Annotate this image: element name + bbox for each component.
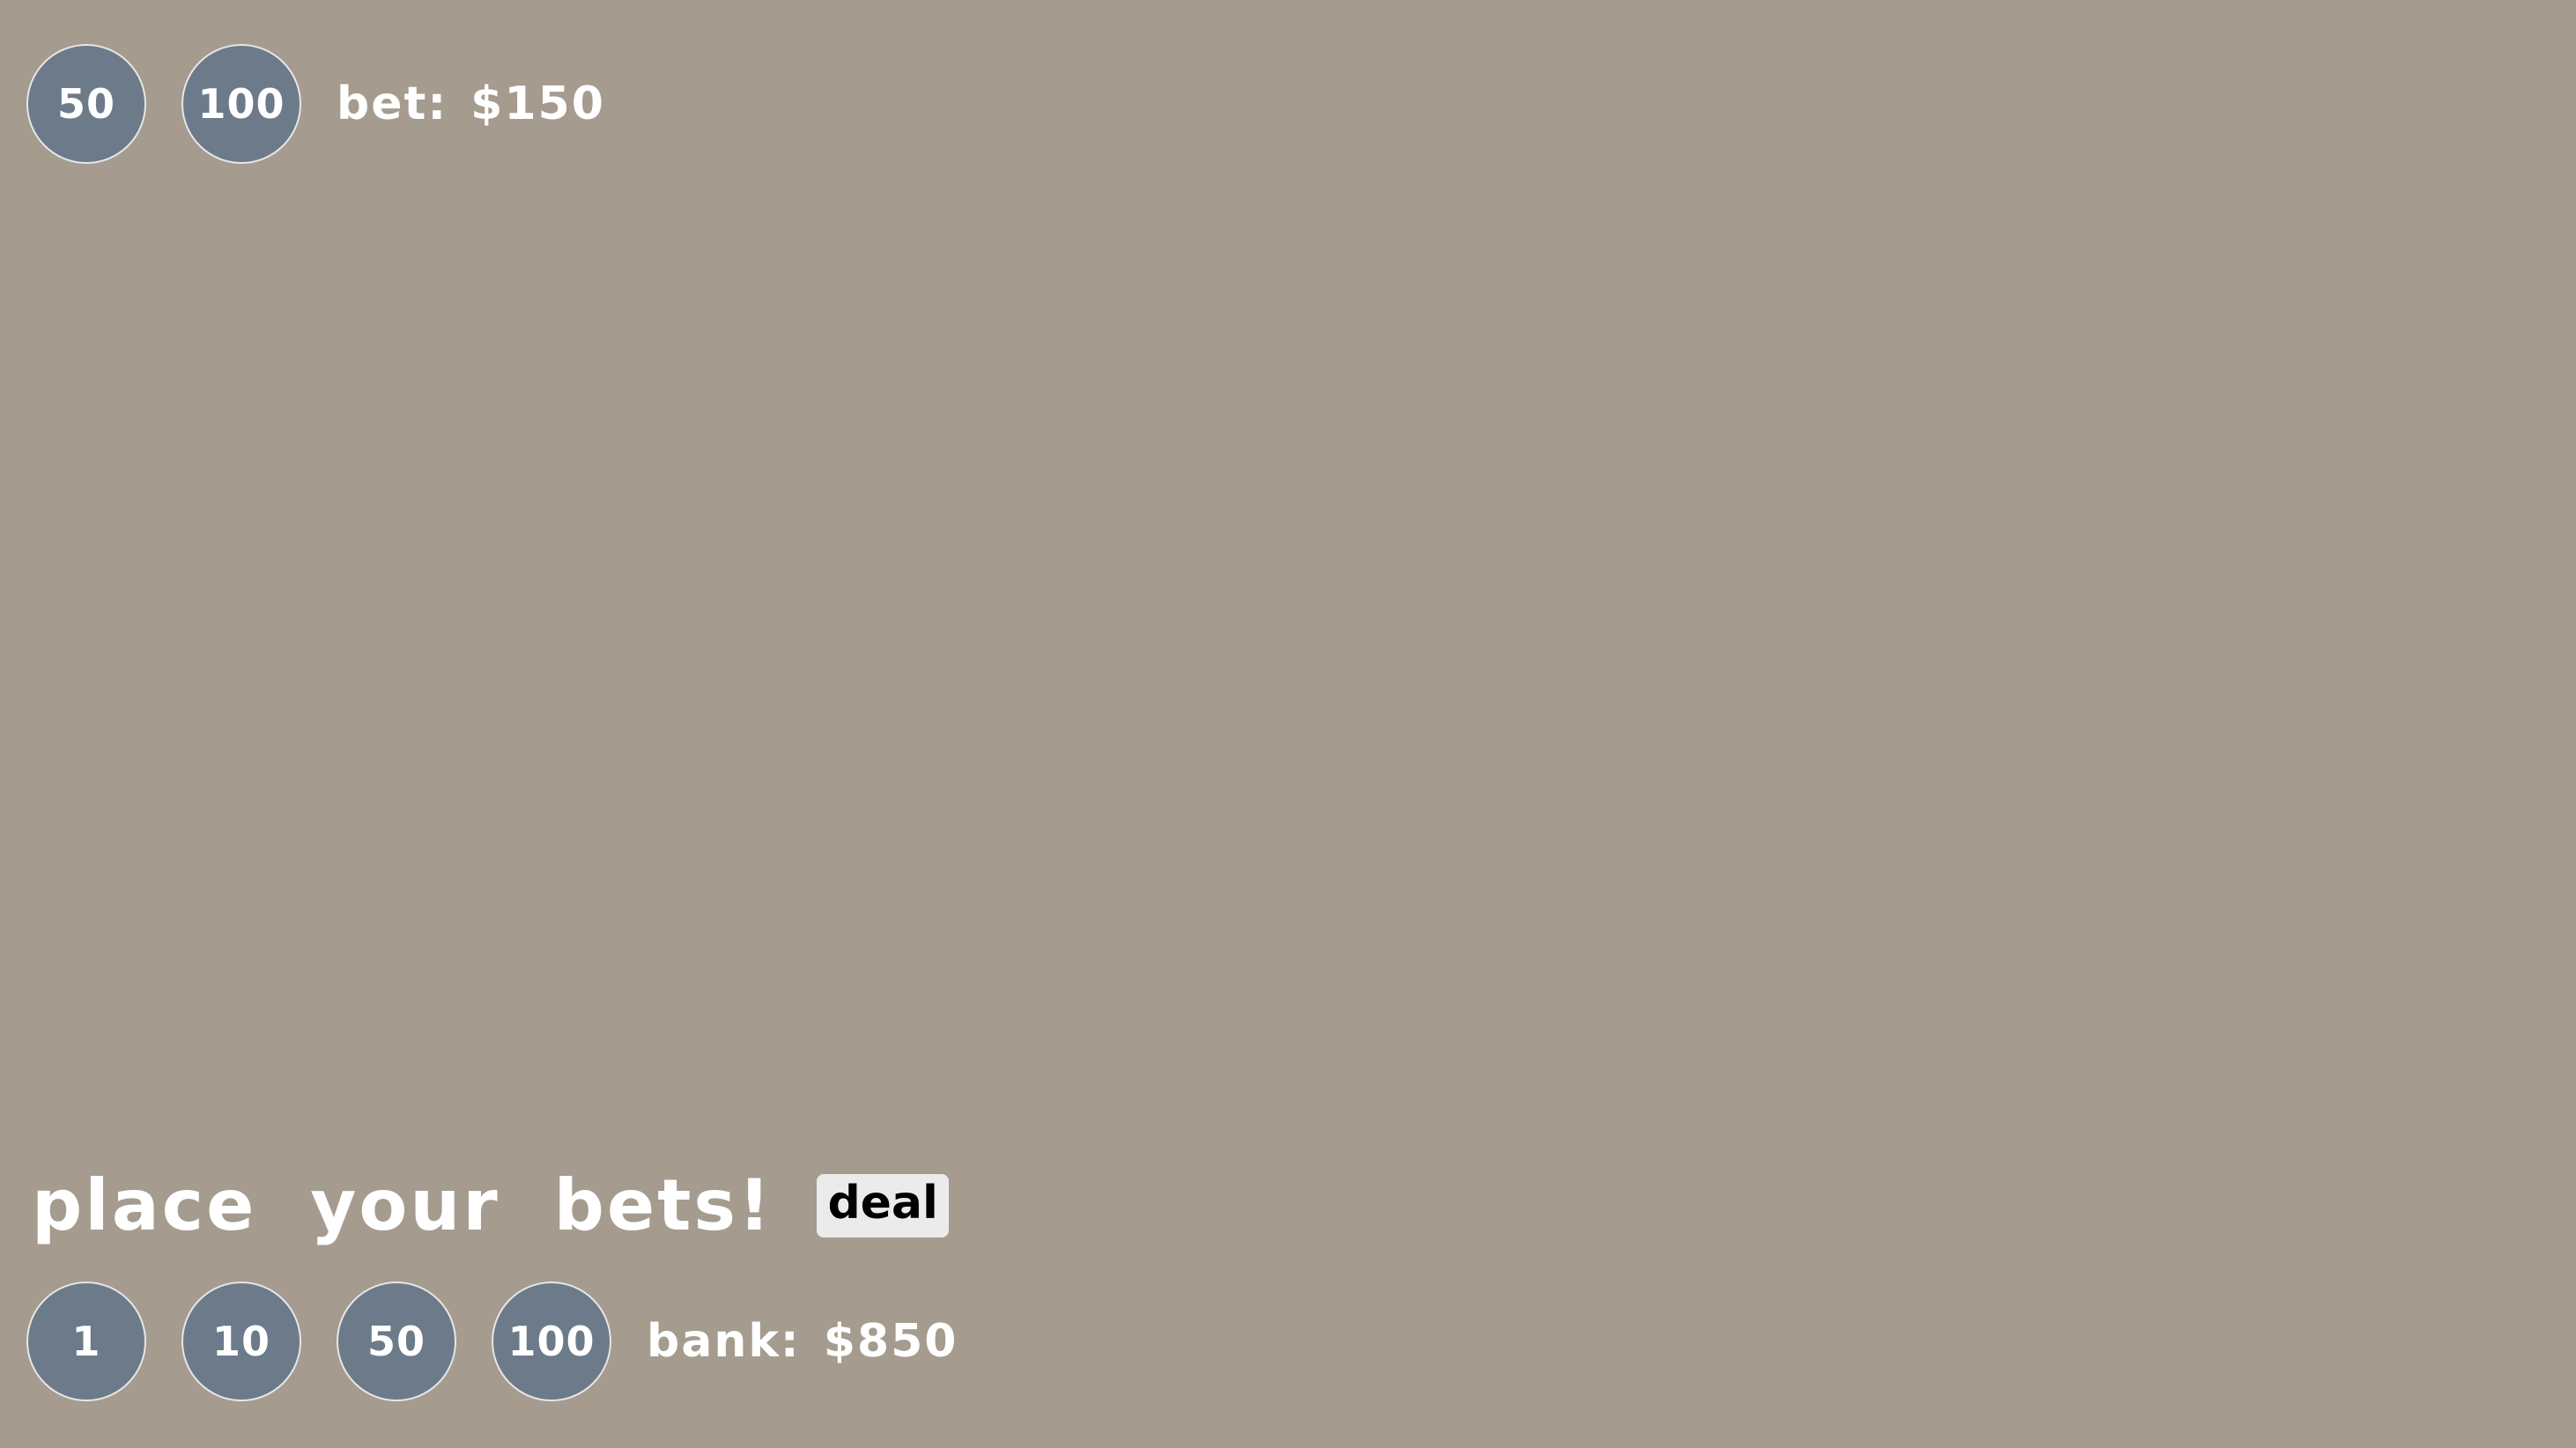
bank-label: bank: [647,1315,801,1368]
bet-chip-50[interactable]: 50 [26,44,146,164]
bank-area: 1 10 50 100 bank: $850 [26,1282,958,1401]
bank-chip-1[interactable]: 1 [26,1282,146,1401]
bet-chip-100[interactable]: 100 [181,44,301,164]
bank-chip-50[interactable]: 50 [337,1282,456,1401]
bank-chip-100[interactable]: 100 [492,1282,611,1401]
bet-amount: bet: $150 [337,78,605,130]
bet-value: $150 [470,78,605,130]
status-message: place your bets! [32,1164,774,1246]
bet-label: bet: [337,78,448,130]
deal-button[interactable]: deal [817,1173,949,1237]
prompt-row: place your bets! deal [32,1164,949,1246]
bank-amount: bank: $850 [647,1315,958,1368]
game-table: 50 100 bet: $150 place your bets! deal 1 … [0,0,2576,1448]
bet-area: 50 100 bet: $150 [26,44,605,164]
bank-chip-10[interactable]: 10 [181,1282,301,1401]
bank-value: $850 [823,1315,959,1368]
